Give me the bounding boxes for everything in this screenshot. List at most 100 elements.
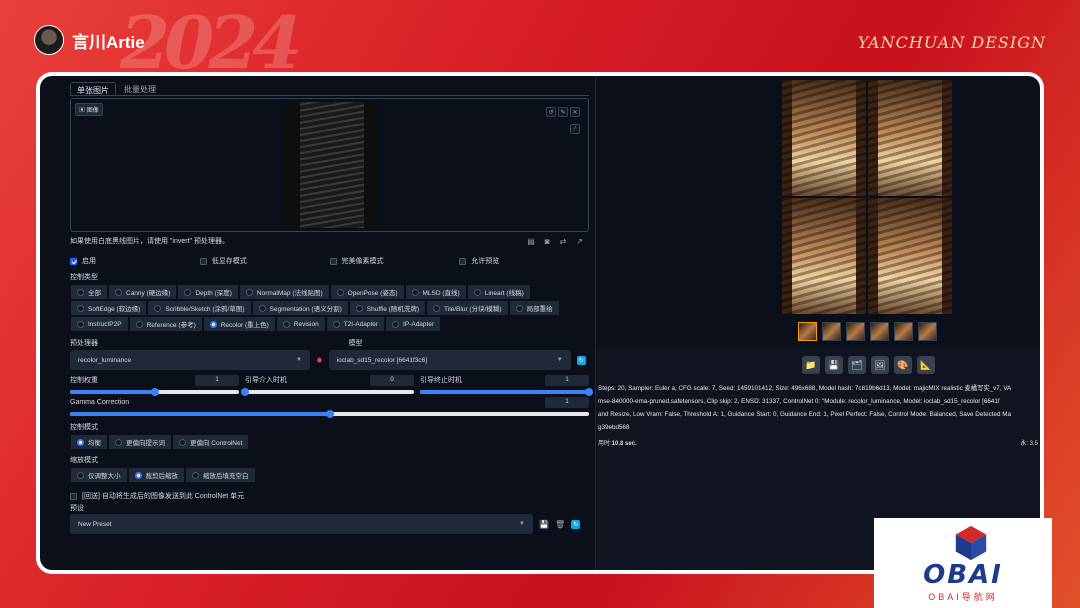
control-type-option[interactable]: Reference (参考) [128,316,203,332]
control-type-option[interactable]: 全部 [70,284,108,300]
run-preprocessor-icon[interactable]: ✸ [316,356,323,365]
control-type-option[interactable]: Lineart (线稿) [466,284,531,300]
control-type-option[interactable]: T2I-Adapter [325,316,386,332]
radio-dot[interactable] [392,320,400,328]
control-type-option[interactable]: Depth (深度) [177,284,239,300]
radio-dot[interactable] [77,471,84,479]
tab-single-image[interactable]: 单张图片 [70,82,116,95]
thumbnail[interactable] [798,322,817,341]
control-type-option[interactable]: NormalMap (法线贴图) [238,284,330,300]
slider-gamma[interactable]: Gamma Correction 1 [70,396,589,418]
thumbnail[interactable] [822,322,841,341]
radio-dot[interactable] [184,288,192,296]
model-select[interactable]: ioclab_sd15_recolor [6641f3c6] ▼ [328,350,571,370]
slider-number[interactable]: 1 [545,396,589,408]
control-type-option[interactable]: Scribble/Sketch (涂鸦/草图) [147,300,252,316]
slider-track[interactable] [241,388,414,396]
preprocessor-select[interactable]: recolor_luminance ▼ [70,350,310,370]
radio-dot[interactable] [258,304,266,312]
allow-preview-checkbox[interactable]: 允许预览 [459,256,589,266]
swap-icon[interactable]: ⇄ [560,237,567,246]
slider-track[interactable] [420,388,593,396]
radio-dot[interactable] [134,471,142,479]
slider-weight[interactable]: 控制权重 1 [70,374,239,396]
undo-icon[interactable]: ↺ [546,107,556,117]
control-type-option[interactable]: Recolor (重上色) [202,316,276,332]
resize-mode-option[interactable]: 缩放后填充空白 [185,467,256,483]
pixel-perfect-checkbox[interactable]: 完美像素模式 [329,256,460,266]
thumbnail[interactable] [918,322,937,341]
checkbox-lowvram[interactable] [199,257,207,265]
control-mode-option[interactable]: 更偏向提示词 [108,434,172,450]
checkbox-loopback[interactable] [70,492,77,500]
control-type-option[interactable]: Shuffle (随机洗牌) [348,300,427,316]
save-icon[interactable]: 💾 [825,356,843,374]
slider-number[interactable]: 1 [545,374,589,386]
refresh-icon[interactable]: ↻ [571,519,581,529]
slider-track[interactable] [70,410,589,418]
control-type-option[interactable]: Tile/Blur (分块/模糊) [426,300,509,316]
delete-icon[interactable]: 🗑 [555,520,565,529]
radio-dot[interactable] [179,438,186,446]
ruler-icon[interactable]: 📐 [917,356,935,374]
tab-batch[interactable]: 批量处理 [118,82,162,95]
radio-dot[interactable] [411,288,419,296]
send-dimensions-icon[interactable]: ↗ [576,237,583,246]
camera-icon[interactable]: ◙ [545,237,550,246]
brush-icon[interactable]: ⁄ [570,124,580,134]
radio-dot[interactable] [192,471,199,479]
enable-checkbox[interactable]: 启用 [70,256,200,266]
output-image[interactable] [782,80,866,196]
radio-dot[interactable] [135,320,143,328]
refresh-icon[interactable]: ↻ [576,355,586,365]
output-image[interactable] [782,198,866,314]
output-grid[interactable] [782,80,952,314]
control-type-option[interactable]: SoftEdge (软边缘) [70,300,148,316]
thumbnail[interactable] [846,322,865,341]
radio-dot[interactable] [154,304,162,312]
radio-dot[interactable] [433,304,441,312]
zip-icon[interactable]: 🗂 [848,356,866,374]
control-type-option[interactable]: OpenPose (姿态) [329,284,405,300]
lowvram-checkbox[interactable]: 低显存模式 [199,256,330,266]
control-mode-option[interactable]: 均衡 [70,434,108,450]
checkbox-preview[interactable] [459,257,467,265]
radio-dot[interactable] [282,320,290,328]
checkbox-enable[interactable] [70,257,77,265]
folder-icon[interactable]: 📁 [802,356,820,374]
resize-mode-option[interactable]: 裁剪后缩放 [127,467,185,483]
control-type-option[interactable]: Canny (硬边缘) [108,284,178,300]
slider-number[interactable]: 1 [195,374,239,386]
image-icon[interactable]: 🖼 [871,356,889,374]
radio-dot[interactable] [473,288,481,296]
control-type-option[interactable]: 局部重绘 [508,300,560,316]
slider-knob[interactable] [241,388,249,396]
radio-dot[interactable] [332,320,340,328]
loopback-checkbox[interactable]: [回送] 自动将生成后的图像发送到此 ControlNet 单元 [70,491,589,501]
radio-dot[interactable] [77,438,84,446]
slider-knob[interactable] [325,410,334,418]
radio-dot[interactable] [515,304,523,312]
preset-select[interactable]: New Preset ▼ [70,514,533,534]
radio-dot[interactable] [115,438,122,446]
slider-start[interactable]: 引导介入时机 0 [241,374,414,396]
edit-icon[interactable]: ✎ [558,107,568,117]
radio-dot[interactable] [115,288,122,296]
checkbox-pixel-perfect[interactable] [329,257,337,265]
control-type-option[interactable]: Revision [275,316,326,332]
slider-knob[interactable] [150,388,159,396]
radio-dot[interactable] [77,304,84,312]
thumbnail[interactable] [894,322,913,341]
slider-track[interactable] [70,388,239,396]
new-canvas-icon[interactable]: ▤ [527,237,535,246]
control-type-option[interactable]: IP-Adapter [385,316,442,332]
output-image[interactable] [868,80,952,196]
control-type-option[interactable]: InstructP2P [70,316,129,332]
close-icon[interactable]: ✕ [570,107,580,117]
image-upload-area[interactable]: ▣ 图像 ↺ ✎ ✕ ⁄ [70,98,589,232]
save-icon[interactable]: 💾 [539,520,549,529]
control-mode-option[interactable]: 更偏向 ControlNet [172,434,250,450]
radio-dot[interactable] [209,320,217,328]
palette-icon[interactable]: 🎨 [894,356,912,374]
radio-dot[interactable] [77,320,84,328]
